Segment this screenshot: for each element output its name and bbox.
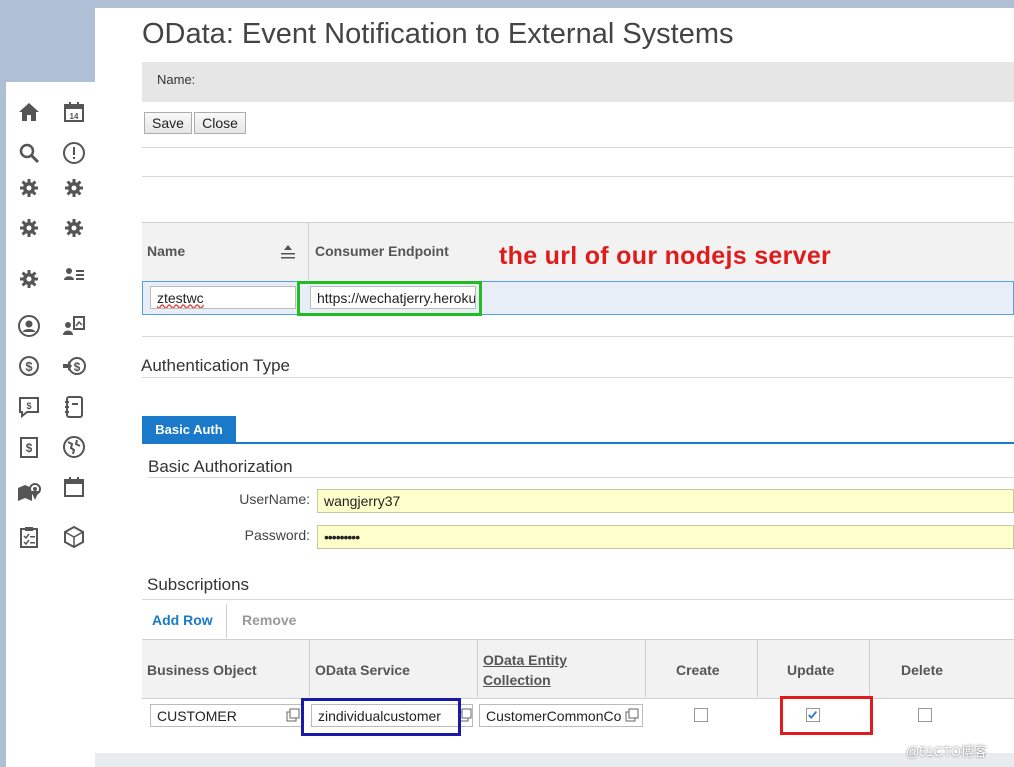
username-value: wangjerry37 bbox=[324, 493, 401, 509]
column-header-create[interactable]: Create bbox=[676, 662, 720, 678]
gear-icon[interactable] bbox=[17, 267, 41, 291]
column-header-odata-service[interactable]: OData Service bbox=[315, 662, 410, 678]
gear-icon[interactable] bbox=[62, 176, 86, 200]
highlight-box-blue bbox=[301, 698, 461, 736]
column-header-odata-entity-line2[interactable]: Collection bbox=[483, 672, 551, 688]
username-input[interactable]: wangjerry37 bbox=[317, 489, 1014, 513]
column-header-odata-entity-line1[interactable]: OData Entity bbox=[483, 652, 567, 668]
column-divider bbox=[869, 639, 870, 697]
column-divider bbox=[757, 639, 758, 697]
highlight-box-red bbox=[780, 696, 873, 735]
endpoint-name-value: ztestwc bbox=[157, 289, 204, 306]
add-row-button[interactable]: Add Row bbox=[152, 612, 213, 628]
authentication-type-title: Authentication Type bbox=[141, 356, 291, 375]
subscriptions-title: Subscriptions bbox=[147, 575, 250, 594]
user-circle-icon[interactable] bbox=[17, 314, 41, 338]
message-icon[interactable]: $ bbox=[17, 395, 41, 419]
svg-text:$: $ bbox=[25, 359, 33, 374]
column-header-delete[interactable]: Delete bbox=[901, 662, 943, 678]
subscriptions-table-header bbox=[142, 639, 1014, 699]
column-header-name[interactable]: Name bbox=[147, 243, 185, 259]
map-pin-icon[interactable] bbox=[17, 480, 41, 504]
clipboard-icon[interactable] bbox=[17, 525, 41, 549]
username-label: UserName: bbox=[239, 491, 310, 507]
annotation-text: the url of our nodejs server bbox=[499, 242, 832, 270]
gear-icon[interactable] bbox=[17, 216, 41, 240]
notebook-icon[interactable] bbox=[62, 395, 86, 419]
tab-underline bbox=[142, 442, 1014, 444]
svg-text:14: 14 bbox=[70, 112, 79, 121]
save-button[interactable]: Save bbox=[144, 112, 192, 134]
column-header-update[interactable]: Update bbox=[787, 662, 834, 678]
page-title: OData: Event Notification to External Sy… bbox=[142, 18, 734, 50]
entity-collection-value: CustomerCommonCo bbox=[486, 707, 622, 724]
endpoint-name-input[interactable]: ztestwc bbox=[150, 286, 296, 309]
calendar-blank-icon[interactable] bbox=[62, 475, 86, 499]
value-help-icon[interactable] bbox=[625, 708, 639, 722]
divider bbox=[142, 176, 1014, 177]
search-icon[interactable] bbox=[17, 141, 41, 165]
divider bbox=[142, 377, 1014, 378]
dollar-document-icon[interactable]: $ bbox=[17, 435, 41, 459]
business-object-value: CUSTOMER bbox=[157, 707, 237, 724]
gear-icon[interactable] bbox=[17, 176, 41, 200]
business-object-input[interactable]: CUSTOMER bbox=[150, 704, 302, 727]
create-checkbox[interactable] bbox=[694, 708, 708, 722]
user-report-icon[interactable] bbox=[62, 314, 86, 338]
divider bbox=[142, 147, 1014, 148]
column-header-consumer-endpoint[interactable]: Consumer Endpoint bbox=[315, 243, 449, 259]
svg-text:$: $ bbox=[74, 360, 81, 374]
dollar-transfer-icon[interactable]: $ bbox=[62, 354, 86, 378]
globe-icon[interactable] bbox=[62, 435, 86, 459]
close-button[interactable]: Close bbox=[194, 112, 246, 134]
cube-icon[interactable] bbox=[62, 525, 86, 549]
entity-collection-input[interactable]: CustomerCommonCo bbox=[479, 704, 643, 727]
tab-basic-auth[interactable]: Basic Auth bbox=[142, 416, 236, 442]
footer-bar bbox=[95, 753, 1014, 767]
user-list-icon[interactable] bbox=[62, 262, 86, 286]
remove-button[interactable]: Remove bbox=[242, 612, 296, 628]
delete-checkbox[interactable] bbox=[918, 708, 932, 722]
name-header-bar: Name: bbox=[142, 62, 1014, 102]
column-header-business-object[interactable]: Business Object bbox=[147, 662, 257, 678]
column-divider bbox=[645, 639, 646, 697]
name-label: Name: bbox=[157, 72, 196, 87]
alert-icon[interactable] bbox=[62, 141, 86, 165]
basic-authorization-title: Basic Authorization bbox=[148, 457, 293, 476]
sort-icon[interactable] bbox=[279, 244, 297, 260]
column-divider bbox=[309, 639, 310, 697]
gear-icon[interactable] bbox=[62, 216, 86, 240]
calendar-icon[interactable]: 14 bbox=[62, 100, 86, 124]
watermark: @51CTO博客 bbox=[906, 744, 987, 759]
divider bbox=[148, 477, 1014, 478]
password-label: Password: bbox=[244, 527, 310, 543]
home-icon[interactable] bbox=[17, 100, 41, 124]
highlight-box-green bbox=[297, 281, 482, 316]
divider bbox=[142, 336, 1014, 337]
svg-text:$: $ bbox=[26, 441, 33, 455]
password-input[interactable]: ••••••••• bbox=[317, 525, 1014, 549]
divider bbox=[142, 599, 1014, 600]
value-help-icon[interactable] bbox=[286, 708, 300, 722]
password-value: ••••••••• bbox=[324, 529, 360, 545]
toolbar-divider bbox=[226, 604, 227, 638]
column-divider bbox=[308, 222, 309, 280]
svg-text:$: $ bbox=[26, 401, 31, 411]
sidebar: 14 $ $ $ $ bbox=[6, 82, 95, 767]
dollar-icon[interactable]: $ bbox=[17, 354, 41, 378]
column-divider bbox=[477, 639, 478, 697]
